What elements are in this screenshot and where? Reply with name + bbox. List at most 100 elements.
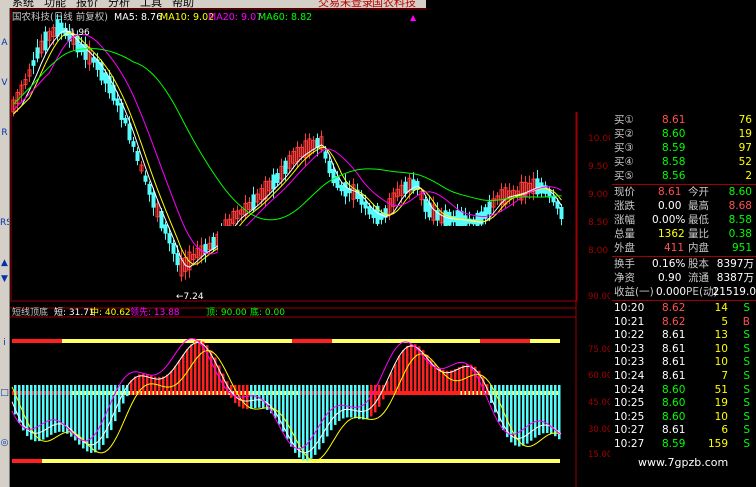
candle-body (43, 31, 48, 51)
menu-function[interactable]: 功能 (44, 0, 66, 8)
tick-price: 8.60 (662, 397, 686, 410)
candle-body (327, 160, 332, 174)
tick-volume: 13 (714, 329, 728, 342)
bid-volume: 76 (738, 114, 752, 126)
indicator-mid-label: 中: 40.62 (90, 306, 131, 318)
high-price-label: 11.96 (64, 28, 90, 38)
stat-value: 0.00% (652, 214, 686, 226)
toolbar-r-icon[interactable]: R (0, 128, 9, 138)
indicator-bar (302, 385, 305, 461)
indicator-bar (290, 385, 293, 447)
indicator-bar (262, 385, 265, 409)
toolbar-rsi-icon[interactable]: RSI (0, 218, 9, 228)
menu-tools[interactable]: 工具 (140, 0, 162, 8)
indicator-bar (178, 360, 181, 395)
stat-label: 内盘 (688, 242, 709, 254)
tick-price: 8.61 (662, 370, 686, 382)
bid-label: 买④ (614, 156, 634, 168)
candle-body (323, 151, 328, 159)
tick-time: 10:20 (614, 302, 645, 314)
candle-body (339, 184, 344, 192)
ind-tick-45: 45.00 (588, 398, 610, 408)
indicator-bar (462, 365, 465, 395)
indicator-bar (74, 385, 77, 441)
bid-price: 8.59 (662, 142, 686, 154)
tick-price: 8.59 (662, 438, 686, 450)
indicator-bar (190, 344, 193, 395)
bid-row-3[interactable]: 买③ 8.59 97 (612, 142, 756, 155)
bid-label: 买① (614, 114, 634, 126)
toolbar-up-icon[interactable]: ▲ (0, 258, 9, 268)
tick-time: 10:27 (614, 424, 645, 437)
candle-body (127, 123, 132, 141)
bid-row-1[interactable]: 买① 8.61 76 (612, 114, 756, 127)
stat-value: 0.38 (728, 228, 752, 240)
indicator-bar (294, 385, 297, 453)
bid-row-2[interactable]: 买② 8.60 19 (612, 128, 756, 141)
stat-row-3: 涨幅 0.00% 最低 8.58 (612, 214, 756, 227)
menu-analysis[interactable]: 分析 (108, 0, 130, 8)
indicator-bar (370, 385, 373, 417)
stat-label: 量比 (688, 228, 709, 240)
indicator-bars (14, 340, 561, 461)
ind-tick-90: 90.00 (588, 292, 610, 302)
ma-marker: ▲ (410, 13, 417, 22)
tick-row[interactable]: 10:21 8.62 5 B (612, 316, 756, 329)
indicator-bar (110, 385, 113, 431)
info-label: 净资 (614, 272, 635, 284)
menu-stock-name: 国农科技 (372, 0, 416, 8)
price-tick-8-5: 8.50 (588, 218, 608, 228)
tick-row[interactable]: 10:27 8.59 159 S (612, 438, 756, 451)
candle-body (559, 206, 564, 220)
tick-row[interactable]: 10:24 8.61 7 S (612, 370, 756, 383)
indicator-bottom-label: 底: 0.00 (250, 306, 285, 318)
indicator-bar (538, 385, 541, 436)
indicator-bar (94, 385, 97, 453)
menu-help[interactable]: 帮助 (172, 0, 194, 8)
stat-row-2: 涨跌 0.00 最高 8.68 (612, 200, 756, 213)
indicator-bar (86, 385, 89, 452)
tick-row[interactable]: 10:23 8.61 10 S (612, 356, 756, 369)
candle-body (171, 242, 176, 254)
tick-volume: 10 (714, 356, 728, 369)
toolbar-info-icon[interactable]: i (0, 338, 9, 348)
toolbar-box-icon[interactable]: □ (0, 388, 9, 398)
stat-label: 涨跌 (614, 200, 635, 212)
bid-volume: 97 (738, 142, 752, 154)
tick-row[interactable]: 10:20 8.62 14 S (612, 302, 756, 315)
indicator-bar (90, 385, 93, 453)
info-row-2: 净资 0.90 流通 8387万 (612, 272, 756, 285)
kline-chart-area[interactable]: 国农科技(日线 前复权) MA5: 8.76 MA10: 9.02 MA20: … (10, 8, 610, 487)
blank-region-middle (218, 226, 536, 262)
tick-price: 8.62 (662, 315, 686, 328)
ma20-label: MA20: 9.07 (208, 12, 262, 23)
stat-label: 外盘 (614, 242, 635, 254)
bid-row-4[interactable]: 买④ 8.58 52 (612, 156, 756, 169)
indicator-bar (354, 385, 357, 419)
left-toolbar: A V R RSI ▲ ▼ i □ ◎ (0, 8, 10, 487)
menu-quote[interactable]: 报价 (76, 0, 98, 8)
tick-row[interactable]: 10:22 8.61 13 S (612, 329, 756, 342)
tick-row[interactable]: 10:27 8.61 6 S (612, 424, 756, 437)
tick-row[interactable]: 10:23 8.61 10 S (612, 343, 756, 356)
toolbar-down-icon[interactable]: ▼ (0, 274, 9, 284)
tick-price: 8.61 (662, 342, 686, 355)
login-status[interactable]: 交易未登录 (318, 0, 373, 8)
tick-row[interactable]: 10:25 8.60 10 S (612, 411, 756, 424)
toolbar-a-icon[interactable]: A (0, 38, 9, 48)
tick-side: S (743, 438, 750, 450)
tick-row[interactable]: 10:24 8.60 51 S (612, 384, 756, 397)
tick-row[interactable]: 10:25 8.60 19 S (612, 397, 756, 410)
toolbar-circle-icon[interactable]: ◎ (0, 438, 9, 448)
bid-row-5[interactable]: 买⑤ 8.56 2 (612, 170, 756, 183)
stat-row-1: 现价 8.61 今开 8.60 (612, 186, 756, 199)
toolbar-v-icon[interactable]: V (0, 78, 9, 88)
indicator-bar (142, 373, 145, 395)
bid-label: 买⑤ (614, 170, 634, 182)
candle-body (251, 194, 256, 210)
tick-price: 8.62 (662, 302, 686, 314)
tick-volume: 19 (714, 397, 728, 410)
menu-system[interactable]: 系统 (12, 0, 34, 8)
info-row-1: 换手 0.16% 股本 8397万 (612, 258, 756, 271)
stat-value: 411 (664, 242, 685, 254)
